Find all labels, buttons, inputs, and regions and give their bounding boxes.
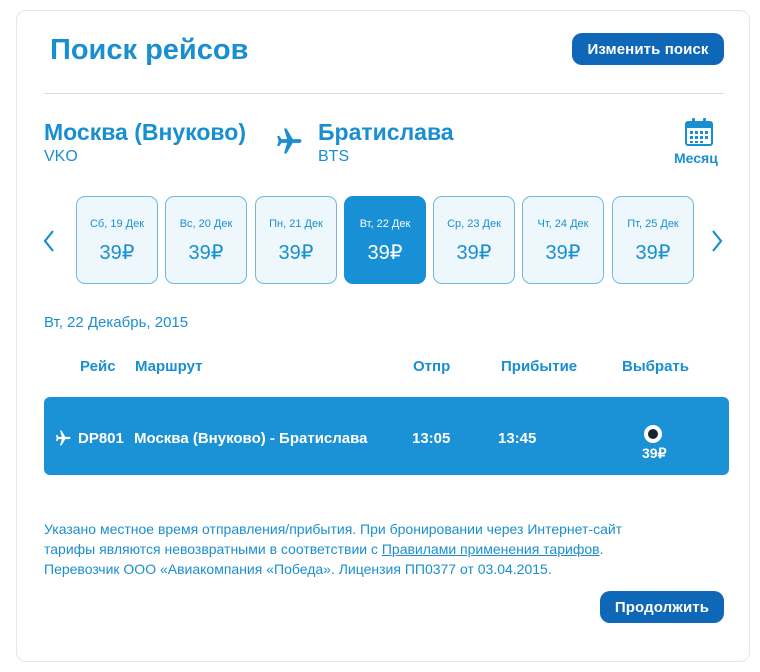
column-header-route: Маршрут bbox=[135, 358, 203, 375]
date-tab-price: 39₽ bbox=[456, 242, 492, 264]
departure-time: 13:05 bbox=[412, 430, 451, 447]
date-tab-dec-25[interactable]: Пт, 25 Дек 39₽ bbox=[612, 196, 694, 284]
flight-route: Москва (Внуково) - Братислава bbox=[134, 430, 368, 447]
notice-line: тарифы являются невозвратными в соответс… bbox=[44, 541, 382, 557]
chevron-left-icon[interactable] bbox=[42, 228, 56, 254]
date-tab-price: 39₽ bbox=[188, 242, 224, 264]
selected-date-heading: Вт, 22 Декабрь, 2015 bbox=[44, 314, 189, 331]
date-tab-label: Пт, 25 Дек bbox=[627, 218, 679, 230]
continue-button[interactable]: Продолжить bbox=[600, 591, 724, 623]
date-tab-dec-24[interactable]: Чт, 24 Дек 39₽ bbox=[522, 196, 604, 284]
date-tab-price: 39₽ bbox=[99, 242, 135, 264]
notice-line: Перевозчик ООО «Авиакомпания «Победа». Л… bbox=[44, 561, 552, 577]
column-header-flight: Рейс bbox=[80, 358, 116, 375]
select-flight-radio[interactable] bbox=[644, 425, 662, 443]
date-tab-label: Сб, 19 Дек bbox=[89, 218, 145, 230]
chevron-right-icon[interactable] bbox=[710, 228, 724, 254]
plane-icon bbox=[55, 430, 71, 446]
date-tab-dec-19[interactable]: Сб, 19 Дек 39₽ bbox=[76, 196, 158, 284]
radio-selected-dot bbox=[648, 429, 658, 439]
origin-code: VKO bbox=[44, 148, 78, 165]
date-tab-dec-21[interactable]: Пн, 21 Дек 39₽ bbox=[255, 196, 337, 284]
destination-city: Братислава bbox=[318, 119, 454, 145]
date-tab-price: 39₽ bbox=[545, 242, 581, 264]
column-header-arrival: Прибытие bbox=[501, 358, 578, 375]
flight-row[interactable]: DP801 Москва (Внуково) - Братислава 13:0… bbox=[44, 397, 729, 475]
fare-notice: Указано местное время отправления/прибыт… bbox=[44, 519, 724, 579]
change-search-button[interactable]: Изменить поиск bbox=[572, 33, 724, 65]
divider bbox=[44, 93, 724, 94]
date-tab-label: Вт, 22 Дек bbox=[359, 218, 411, 230]
date-tab-label: Вс, 20 Дек bbox=[179, 218, 233, 230]
date-tab-dec-23[interactable]: Ср, 23 Дек 39₽ bbox=[433, 196, 515, 284]
column-header-departure: Отпр bbox=[413, 358, 451, 375]
date-tab-price: 39₽ bbox=[367, 242, 403, 264]
date-tab-label: Ср, 23 Дек bbox=[447, 218, 501, 230]
page-title: Поиск рейсов bbox=[50, 34, 249, 66]
arrival-time: 13:45 bbox=[498, 430, 537, 447]
date-tab-price: 39₽ bbox=[635, 242, 671, 264]
date-tab-dec-22[interactable]: Вт, 22 Дек 39₽ bbox=[344, 196, 426, 284]
column-header-select: Выбрать bbox=[622, 358, 689, 375]
destination-code: BTS bbox=[318, 148, 350, 165]
date-tab-label: Чт, 24 Дек bbox=[537, 218, 589, 230]
calendar-icon[interactable] bbox=[684, 117, 714, 147]
plane-icon bbox=[277, 128, 302, 154]
fare-rules-link[interactable]: Правилами применения тарифов bbox=[382, 541, 600, 557]
notice-line: Указано местное время отправления/прибыт… bbox=[44, 521, 623, 537]
notice-period: . bbox=[599, 541, 604, 557]
date-tab-price: 39₽ bbox=[278, 242, 314, 264]
date-tab-dec-20[interactable]: Вс, 20 Дек 39₽ bbox=[165, 196, 247, 284]
date-tab-label: Пн, 21 Дек bbox=[269, 218, 323, 230]
month-view-link[interactable]: Месяц bbox=[674, 150, 718, 166]
flight-number: DP801 bbox=[78, 430, 124, 447]
flight-price: 39₽ bbox=[642, 445, 667, 461]
origin-city: Москва (Внуково) bbox=[44, 119, 246, 145]
